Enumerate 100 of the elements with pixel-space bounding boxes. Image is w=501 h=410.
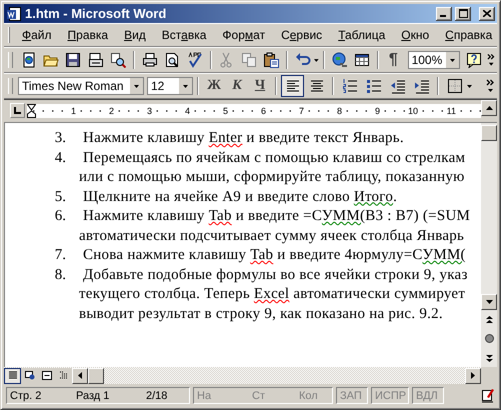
status-field: ЗАП	[340, 390, 364, 402]
menu-item[interactable]: Правка	[60, 26, 116, 44]
ruler-number: 4	[184, 106, 191, 116]
window-title: 1.htm - Microsoft Word	[25, 6, 168, 21]
right-arrow-icon	[471, 372, 475, 379]
menu-item[interactable]: Справка	[437, 26, 500, 44]
caret-icon[interactable]	[314, 58, 320, 62]
italic-button[interactable]: К	[226, 75, 248, 97]
scrollbar-corner	[481, 367, 497, 384]
maximize-button[interactable]	[455, 6, 471, 20]
align-left-icon[interactable]	[284, 78, 300, 94]
list-number: 4.	[54, 148, 66, 168]
new-web-page-icon[interactable]	[20, 52, 37, 68]
document-text-line: выводит результат в строку 9, как показано на рис. 9.2.	[79, 304, 444, 324]
list-number: 3.	[54, 129, 66, 148]
menu-item[interactable]: Файл	[14, 26, 60, 44]
normal-view-icon	[8, 371, 18, 380]
font-name-field[interactable]: Times New Roman	[18, 77, 144, 95]
document-text-line: Перемещаясь по ячейкам с помощью клавиш со стрелкам	[83, 148, 466, 168]
up-arrow-icon	[486, 106, 492, 110]
vertical-scroll-thumb[interactable]	[481, 125, 497, 141]
maximize-icon	[458, 9, 468, 18]
document-text-line: Снова нажмите клавишу Tab и введите 4юрмулу=СУММ(	[83, 246, 466, 265]
copy-icon[interactable]	[240, 52, 257, 68]
browse-object-icon[interactable]	[484, 334, 494, 343]
help-icon[interactable]	[466, 52, 482, 68]
borders-icon[interactable]	[446, 78, 462, 94]
status-field: Ст	[252, 390, 299, 402]
list-number: 5.	[54, 188, 66, 206]
next-page-icon[interactable]	[486, 354, 492, 362]
status-field: Стр. 2	[10, 390, 76, 402]
close-button[interactable]	[479, 6, 495, 20]
underline-button[interactable]: Ч	[249, 75, 271, 97]
dropdown-caret-icon[interactable]	[450, 58, 456, 62]
font-size-field[interactable]: 12	[147, 77, 193, 95]
table-icon[interactable]	[354, 52, 370, 68]
globe-link-icon[interactable]	[332, 52, 348, 68]
document-text-line: Нажмите клавишу Enter и введите текст Январь.	[83, 129, 404, 148]
spelling-check-icon[interactable]	[186, 52, 203, 68]
status-field: На	[197, 390, 252, 402]
dropdown-caret-icon[interactable]	[134, 84, 139, 88]
zoom-field[interactable]: 100%	[408, 51, 460, 69]
scroll-up-button[interactable]	[481, 100, 497, 116]
horizontal-scroll-thumb[interactable]	[88, 368, 104, 384]
list-number: 6.	[54, 207, 66, 226]
print-view-icon	[42, 371, 52, 380]
ruler-number: 6	[260, 106, 267, 116]
status-field: Кол	[299, 390, 329, 402]
printer-icon[interactable]	[142, 52, 158, 68]
minimize-button[interactable]	[436, 6, 452, 20]
outline-view-button[interactable]	[55, 368, 72, 384]
tab-selector-button[interactable]	[10, 103, 25, 118]
word-document-icon	[6, 6, 22, 22]
ruler-number: 5	[222, 106, 229, 116]
menu-item[interactable]: Окно	[393, 26, 438, 44]
scroll-down-button[interactable]	[481, 294, 497, 310]
list-number: 7.	[54, 246, 66, 265]
list-number: 8.	[54, 266, 66, 284]
ruler-number: 11	[446, 106, 457, 116]
clipboard-icon[interactable]	[263, 52, 280, 68]
ruler-number: 10	[406, 106, 419, 116]
ruler-number: 2	[108, 106, 115, 116]
increase-indent-icon[interactable]	[414, 78, 430, 94]
previous-page-icon[interactable]	[486, 316, 492, 324]
status-field: Разд 1	[76, 390, 146, 402]
menu-item[interactable]: Вид	[116, 26, 154, 44]
decrease-indent-icon[interactable]	[390, 78, 406, 94]
ruler-number: 7	[298, 106, 305, 116]
normal-view-button[interactable]	[4, 368, 21, 384]
bulleted-list-icon[interactable]	[366, 78, 382, 94]
document-text-line: Добавьте подобные формулы во все ячейки строки 9, указ	[83, 266, 468, 284]
align-left-button[interactable]	[281, 75, 304, 97]
menu-item[interactable]: Таблица	[330, 26, 394, 44]
numbered-list-icon[interactable]	[342, 78, 358, 94]
more-chevron-icon[interactable]	[486, 79, 495, 93]
print-preview-icon[interactable]	[164, 52, 180, 68]
document-text-line: Нажмите клавишу Tab и введите =СУММ(B3 : B7) (=SUM	[83, 207, 470, 226]
left-arrow-icon	[78, 372, 82, 379]
menu-item[interactable]: Формат	[214, 26, 274, 44]
align-center-icon[interactable]	[308, 78, 324, 94]
magnifier-icon[interactable]	[110, 52, 126, 68]
ruler-number: 1	[70, 106, 77, 116]
indent-markers-icon[interactable]	[27, 104, 36, 118]
menu-item[interactable]: Вставка	[154, 26, 214, 44]
more-chevron-icon[interactable]	[486, 53, 496, 67]
document-text-line: или с помощью мыши, сформируйте таблицу, показанную	[79, 168, 466, 187]
bold-button[interactable]: Ж	[203, 75, 225, 97]
ruler-number: 8	[336, 106, 343, 116]
show-formatting-marks-button[interactable]: ¶	[383, 51, 404, 69]
scroll-left-button[interactable]	[72, 368, 88, 384]
web-view-icon	[24, 371, 34, 380]
close-icon	[483, 10, 491, 17]
caret-icon[interactable]	[467, 84, 472, 88]
status-field: ИСПР	[375, 390, 405, 402]
outline-view-icon	[58, 371, 68, 380]
undo-icon[interactable]	[294, 52, 311, 68]
menu-item[interactable]: Сервис	[273, 26, 330, 44]
left-tab-icon	[14, 107, 21, 114]
scroll-right-button[interactable]	[465, 368, 481, 384]
dropdown-caret-icon[interactable]	[183, 84, 188, 88]
